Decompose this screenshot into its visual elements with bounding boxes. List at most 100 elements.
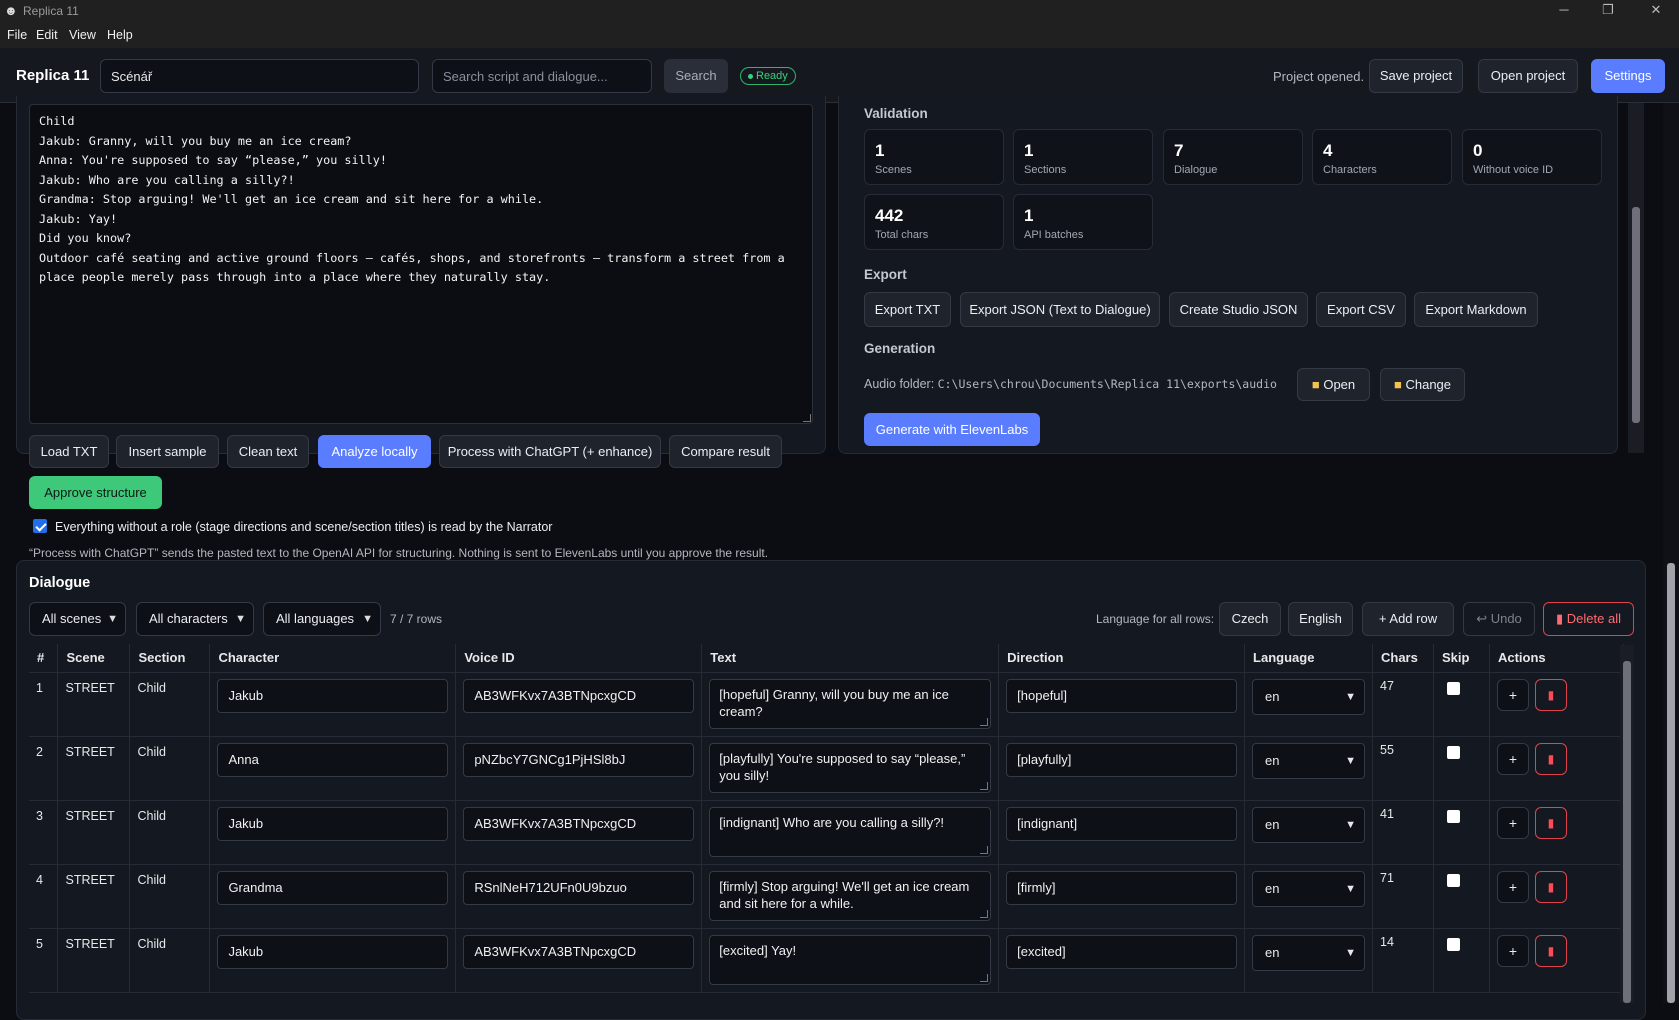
change-audio-folder-button[interactable]: ■ Change <box>1380 368 1465 401</box>
delete-row-button[interactable]: ▮ <box>1534 678 1567 711</box>
resize-handle-icon[interactable] <box>803 414 811 422</box>
character-input[interactable]: Grandma <box>217 870 449 905</box>
character-input[interactable]: Jakub <box>217 934 449 969</box>
table-scrollbar[interactable] <box>1620 645 1634 1003</box>
insert-row-button[interactable]: + <box>1496 742 1529 775</box>
resize-handle-icon[interactable] <box>980 717 989 726</box>
skip-checkbox[interactable] <box>1446 937 1460 951</box>
create-studio-json-button[interactable]: Create Studio JSON <box>1169 292 1308 327</box>
language-filter-select[interactable]: All languages ▼ <box>263 602 381 636</box>
text-textarea[interactable]: [indignant] Who are you calling a silly?… <box>709 806 992 857</box>
english-button[interactable]: English <box>1288 602 1353 636</box>
direction-input[interactable]: [indignant] <box>1006 806 1238 841</box>
generate-elevenlabs-button[interactable]: Generate with ElevenLabs <box>864 413 1040 446</box>
menu-edit[interactable]: Edit <box>36 28 58 42</box>
direction-input[interactable]: [hopeful] <box>1006 678 1238 713</box>
open-audio-folder-button[interactable]: ■ Open <box>1297 368 1370 401</box>
delete-all-button[interactable]: ▮ Delete all <box>1543 602 1634 636</box>
language-select[interactable]: en ▼ <box>1252 678 1365 715</box>
resize-handle-icon[interactable] <box>980 781 989 790</box>
stat-sections: 1 Sections <box>1013 129 1153 185</box>
resize-handle-icon[interactable] <box>980 973 989 982</box>
skip-checkbox[interactable] <box>1446 681 1460 695</box>
save-project-button[interactable]: Save project <box>1369 59 1463 93</box>
analyze-locally-button[interactable]: Analyze locally <box>318 435 431 468</box>
voice-id-input[interactable]: AB3WFKvx7A3BTNpcxgCD <box>463 806 695 841</box>
delete-row-button[interactable]: ▮ <box>1534 806 1567 839</box>
insert-sample-button[interactable]: Insert sample <box>116 435 219 468</box>
load-txt-button[interactable]: Load TXT <box>29 435 109 468</box>
text-textarea[interactable]: [firmly] Stop arguing! We'll get an ice … <box>709 870 992 921</box>
menu-file[interactable]: File <box>7 28 27 42</box>
direction-input[interactable]: [firmly] <box>1006 870 1238 905</box>
undo-button[interactable]: ↩ Undo <box>1463 602 1535 636</box>
language-filter-value: All languages <box>276 611 355 626</box>
page-scrollbar[interactable] <box>1663 103 1679 1003</box>
column-header: Chars <box>1372 644 1434 673</box>
voice-id-input[interactable]: RSnlNeH712UFn0U9bzuo <box>463 870 695 905</box>
character-input[interactable]: Jakub <box>217 678 449 713</box>
text-textarea[interactable]: [hopeful] Granny, will you buy me an ice… <box>709 678 992 729</box>
approve-structure-button[interactable]: Approve structure <box>29 476 162 509</box>
search-button[interactable]: Search <box>664 59 728 93</box>
validation-title: Validation <box>864 106 928 121</box>
language-select[interactable]: en ▼ <box>1252 806 1365 843</box>
delete-row-button[interactable]: ▮ <box>1534 742 1567 775</box>
insert-row-button[interactable]: + <box>1496 806 1529 839</box>
maximize-button[interactable]: ❐ <box>1588 0 1628 22</box>
add-row-button[interactable]: + Add row <box>1362 602 1454 636</box>
search-input[interactable] <box>432 59 652 93</box>
trash-icon: ▮ <box>1547 879 1555 894</box>
clean-text-button[interactable]: Clean text <box>227 435 309 468</box>
text-textarea[interactable]: [excited] Yay! <box>709 934 992 985</box>
minimize-button[interactable]: ─ <box>1544 0 1584 22</box>
direction-input[interactable]: [playfully] <box>1006 742 1238 777</box>
text-value: [hopeful] Granny, will you buy me an ice… <box>719 686 949 719</box>
process-chatgpt-button[interactable]: Process with ChatGPT (+ enhance) <box>439 435 661 468</box>
project-name-input[interactable] <box>100 59 419 93</box>
tools-scrollbar-thumb[interactable] <box>1632 207 1640 423</box>
scene-filter-select[interactable]: All scenes ▼ <box>29 602 126 636</box>
direction-input[interactable]: [excited] <box>1006 934 1238 969</box>
character-filter-select[interactable]: All characters ▼ <box>136 602 254 636</box>
character-input[interactable]: Anna <box>217 742 449 777</box>
insert-row-button[interactable]: + <box>1496 678 1529 711</box>
skip-checkbox[interactable] <box>1446 745 1460 759</box>
export-csv-button[interactable]: Export CSV <box>1316 292 1406 327</box>
delete-row-button[interactable]: ▮ <box>1534 934 1567 967</box>
character-input[interactable]: Jakub <box>217 806 449 841</box>
text-textarea[interactable]: [playfully] You're supposed to say “plea… <box>709 742 992 793</box>
czech-button[interactable]: Czech <box>1219 602 1281 636</box>
row-scene: STREET <box>65 744 115 759</box>
open-project-button[interactable]: Open project <box>1478 59 1578 93</box>
table-scrollbar-thumb[interactable] <box>1623 661 1631 1003</box>
export-markdown-button[interactable]: Export Markdown <box>1414 292 1538 327</box>
row-chars: 14 <box>1380 934 1394 949</box>
close-window-button[interactable]: ✕ <box>1636 0 1676 22</box>
folder-icon: ■ <box>1311 377 1320 392</box>
language-select[interactable]: en ▼ <box>1252 934 1365 971</box>
skip-checkbox[interactable] <box>1446 873 1460 887</box>
voice-id-input[interactable]: AB3WFKvx7A3BTNpcxgCD <box>463 678 695 713</box>
resize-handle-icon[interactable] <box>980 909 989 918</box>
script-textarea[interactable]: Child Jakub: Granny, will you buy me an … <box>29 104 813 424</box>
voice-id-input[interactable]: AB3WFKvx7A3BTNpcxgCD <box>463 934 695 969</box>
voice-id-input[interactable]: pNZbcY7GNCg1PjHSl8bJ <box>463 742 695 777</box>
resize-handle-icon[interactable] <box>980 845 989 854</box>
language-select[interactable]: en ▼ <box>1252 742 1365 779</box>
delete-row-button[interactable]: ▮ <box>1534 870 1567 903</box>
insert-row-button[interactable]: + <box>1496 934 1529 967</box>
skip-checkbox[interactable] <box>1446 809 1460 823</box>
narrator-checkbox[interactable] <box>33 519 47 533</box>
page-scrollbar-thumb[interactable] <box>1667 563 1675 1003</box>
menu-help[interactable]: Help <box>107 28 133 42</box>
table-row: 1 STREET Child Jakub AB3WFKvx7A3BTNpcxgC… <box>29 672 1625 737</box>
export-json-button[interactable]: Export JSON (Text to Dialogue) <box>960 292 1160 327</box>
menu-view[interactable]: View <box>69 28 96 42</box>
compare-result-button[interactable]: Compare result <box>669 435 782 468</box>
export-txt-button[interactable]: Export TXT <box>864 292 951 327</box>
insert-row-button[interactable]: + <box>1496 870 1529 903</box>
settings-button[interactable]: Settings <box>1591 59 1665 93</box>
language-select[interactable]: en ▼ <box>1252 870 1365 907</box>
tools-scrollbar[interactable] <box>1628 103 1644 453</box>
